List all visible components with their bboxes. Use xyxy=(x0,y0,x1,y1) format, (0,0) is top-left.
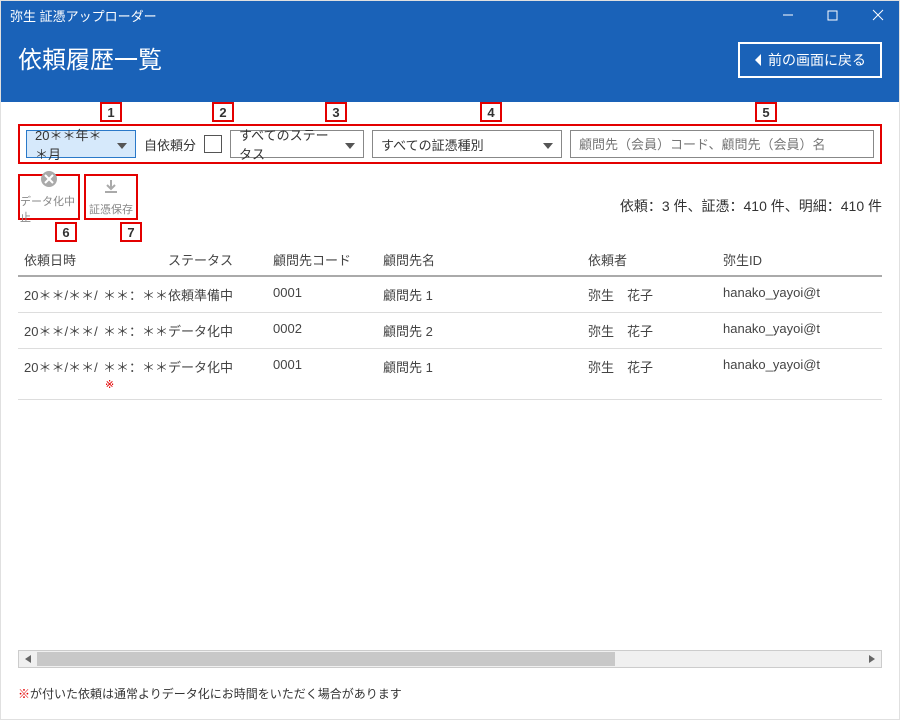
cell-yayoi-id: hanako_yayoi@t xyxy=(723,285,882,304)
search-box[interactable] xyxy=(570,130,874,158)
cell-status: データ化中 xyxy=(168,321,273,340)
window-title: 弥生 証憑アップローダー xyxy=(10,6,157,25)
chevron-down-icon xyxy=(345,137,355,152)
callout-2: 2 xyxy=(212,102,234,122)
cell-date: 20＊＊/＊＊/ xyxy=(18,285,103,304)
header: 依頼履歴一覧 前の画面に戻る xyxy=(0,30,900,102)
cell-code: 0001 xyxy=(273,357,383,391)
minimize-button[interactable] xyxy=(765,0,810,30)
self-requests-checkbox[interactable] xyxy=(204,135,222,153)
close-button[interactable] xyxy=(855,0,900,30)
table-row[interactable]: 20＊＊/＊＊/ ＊＊：＊＊※ データ化中 0001 顧問先 1 弥生 花子 h… xyxy=(18,349,882,400)
maximize-button[interactable] xyxy=(810,0,855,30)
scroll-thumb[interactable] xyxy=(37,652,615,666)
cell-status: 依頼準備中 xyxy=(168,285,273,304)
chevron-down-icon xyxy=(117,137,127,152)
scroll-left-button[interactable] xyxy=(19,651,37,667)
table-row[interactable]: 20＊＊/＊＊/ ＊＊：＊＊ 依頼準備中 0001 顧問先 1 弥生 花子 ha… xyxy=(18,277,882,313)
cell-time: ＊＊：＊＊ xyxy=(103,285,168,304)
cell-requester: 弥生 花子 xyxy=(588,357,723,391)
cell-status: データ化中 xyxy=(168,357,273,391)
history-table: 依頼日時 ステータス 顧問先コード 顧問先名 依頼者 弥生ID 20＊＊/＊＊/… xyxy=(18,244,882,400)
cell-code: 0002 xyxy=(273,321,383,340)
col-datetime: 依頼日時 xyxy=(18,250,103,269)
footnote-mark: ※ xyxy=(18,687,30,701)
status-filter-dropdown[interactable]: すべてのステータス xyxy=(230,130,364,158)
callout-4: 4 xyxy=(480,102,502,122)
save-evidence-label: 証憑保存 xyxy=(89,201,133,217)
cell-code: 0001 xyxy=(273,285,383,304)
cell-time: ＊＊：＊＊ xyxy=(103,321,168,340)
footnote: ※が付いた依頼は通常よりデータ化にお時間をいただく場合があります xyxy=(18,685,402,702)
cancel-circle-icon xyxy=(40,170,58,191)
date-filter-value: 20＊＊年＊＊月 xyxy=(35,125,109,163)
cancel-data-label: データ化中止 xyxy=(20,193,78,225)
callout-row-2: 6 7 xyxy=(0,222,900,244)
cell-date: 20＊＊/＊＊/ xyxy=(18,321,103,340)
back-button[interactable]: 前の画面に戻る xyxy=(738,42,882,78)
cell-client: 顧問先 1 xyxy=(383,357,588,391)
cell-requester: 弥生 花子 xyxy=(588,285,723,304)
titlebar: 弥生 証憑アップローダー xyxy=(0,0,900,30)
record-counts: 依頼：3 件、証憑：410 件、明細：410 件 xyxy=(620,196,882,220)
search-input[interactable] xyxy=(579,137,865,152)
col-yayoi-id: 弥生ID xyxy=(723,250,882,269)
filter-bar: 20＊＊年＊＊月 自依頼分 すべてのステータス すべての証憑種別 xyxy=(18,124,882,164)
callout-3: 3 xyxy=(325,102,347,122)
footnote-text: が付いた依頼は通常よりデータ化にお時間をいただく場合があります xyxy=(30,687,402,701)
callout-1: 1 xyxy=(100,102,122,122)
cell-requester: 弥生 花子 xyxy=(588,321,723,340)
callout-7: 7 xyxy=(120,222,142,242)
download-icon xyxy=(102,178,120,199)
cell-client: 顧問先 2 xyxy=(383,321,588,340)
table-header: 依頼日時 ステータス 顧問先コード 顧問先名 依頼者 弥生ID xyxy=(18,244,882,277)
maximize-icon xyxy=(827,10,838,21)
col-status: ステータス xyxy=(168,250,273,269)
cell-yayoi-id: hanako_yayoi@t xyxy=(723,357,882,391)
page-title: 依頼履歴一覧 xyxy=(18,40,162,75)
col-client-name: 顧問先名 xyxy=(383,250,588,269)
callout-5: 5 xyxy=(755,102,777,122)
close-icon xyxy=(872,9,884,21)
cell-client: 顧問先 1 xyxy=(383,285,588,304)
cell-time: ＊＊：＊＊※ xyxy=(103,357,168,391)
scroll-track[interactable] xyxy=(37,651,863,667)
save-evidence-button[interactable]: 証憑保存 xyxy=(84,174,138,220)
back-button-label: 前の画面に戻る xyxy=(768,50,866,70)
cell-yayoi-id: hanako_yayoi@t xyxy=(723,321,882,340)
date-filter-dropdown[interactable]: 20＊＊年＊＊月 xyxy=(26,130,136,158)
col-requester: 依頼者 xyxy=(588,250,723,269)
cell-date: 20＊＊/＊＊/ xyxy=(18,357,103,391)
category-filter-value: すべての証憑種別 xyxy=(381,135,484,154)
horizontal-scrollbar[interactable] xyxy=(18,650,882,668)
toolbar: データ化中止 証憑保存 依頼：3 件、証憑：410 件、明細：410 件 xyxy=(18,174,882,220)
chevron-left-icon xyxy=(754,54,762,66)
minimize-icon xyxy=(782,9,794,21)
self-requests-label: 自依頼分 xyxy=(144,135,196,154)
cancel-data-button[interactable]: データ化中止 xyxy=(18,174,80,220)
scroll-right-button[interactable] xyxy=(863,651,881,667)
table-row[interactable]: 20＊＊/＊＊/ ＊＊：＊＊ データ化中 0002 顧問先 2 弥生 花子 ha… xyxy=(18,313,882,349)
callout-6: 6 xyxy=(55,222,77,242)
chevron-down-icon xyxy=(543,137,553,152)
callout-row: 1 2 3 4 5 xyxy=(0,102,900,124)
category-filter-dropdown[interactable]: すべての証憑種別 xyxy=(372,130,562,158)
status-filter-value: すべてのステータス xyxy=(239,125,337,163)
col-client-code: 顧問先コード xyxy=(273,250,383,269)
